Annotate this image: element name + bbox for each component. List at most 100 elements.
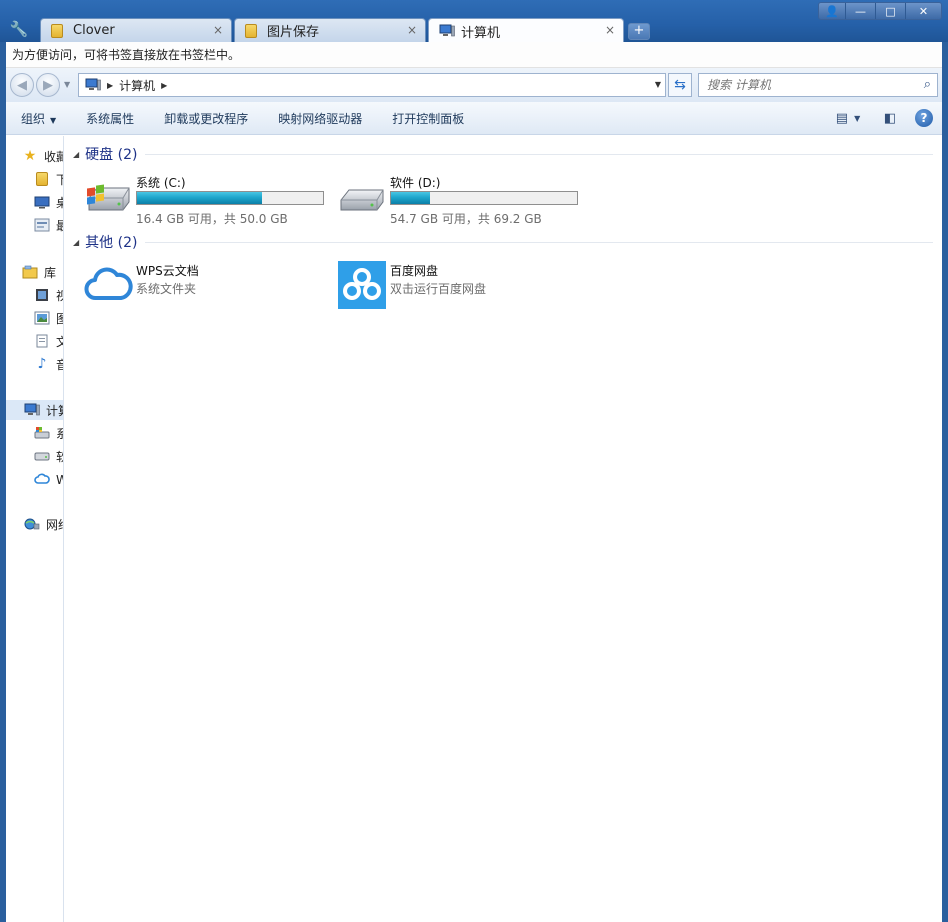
item-name: WPS云文档 <box>136 264 199 278</box>
user-icon[interactable]: 👤 <box>819 3 845 19</box>
desktop-icon <box>34 194 50 210</box>
baidu-netdisk-icon <box>337 260 387 310</box>
cloud-icon <box>34 471 50 487</box>
search-box[interactable]: ⌕ <box>698 73 938 97</box>
collapse-triangle-icon[interactable]: ◢ <box>73 150 79 159</box>
tab-close-icon[interactable]: × <box>605 23 615 37</box>
arrow-left-icon: ◀ <box>17 77 27 93</box>
content-pane: ◢ 硬盘 (2) 系统 (C:) 16.4 GB 可用，共 50.0 GB 软件… <box>65 136 942 922</box>
collapse-triangle-icon[interactable]: ◢ <box>73 238 79 247</box>
nav-downloads[interactable]: 下载 <box>34 169 63 189</box>
nav-label: WPS云文档 <box>56 471 63 488</box>
nav-drive-d[interactable]: 软件 (D:) <box>34 446 63 466</box>
wrench-icon[interactable]: 🔧 <box>6 16 32 42</box>
address-bar[interactable]: ▶ 计算机 ▶ ▼ <box>78 73 666 97</box>
video-icon <box>34 287 50 303</box>
new-tab-button[interactable]: + <box>628 23 650 40</box>
minimize-button[interactable]: — <box>845 3 875 19</box>
search-input[interactable] <box>707 78 907 92</box>
uninstall-program-button[interactable]: 卸载或更改程序 <box>149 110 263 127</box>
nav-label: 软件 (D:) <box>56 448 63 465</box>
nav-label: 库 <box>44 265 57 280</box>
tab-computer[interactable]: 计算机 × <box>428 18 624 43</box>
network-icon <box>24 516 40 532</box>
nav-recent-places[interactable]: 最近访问的位置 <box>34 215 63 235</box>
chevron-down-icon: ▼ <box>854 113 861 123</box>
nav-label: 网络 <box>46 517 63 532</box>
nav-label: 桌面 <box>56 194 63 211</box>
nav-label: 图片 <box>56 310 63 327</box>
tab-image-save[interactable]: 图片保存 × <box>234 18 426 42</box>
group-divider <box>145 153 933 155</box>
nav-libraries[interactable]: 库 <box>22 262 56 282</box>
tab-close-icon[interactable]: × <box>407 23 417 37</box>
recent-places-icon <box>34 217 50 233</box>
address-dropdown-icon[interactable]: ▼ <box>655 80 661 89</box>
organize-label: 组织 <box>21 111 46 126</box>
nav-desktop[interactable]: 桌面 <box>34 192 63 212</box>
pictures-icon <box>34 310 50 326</box>
group-title: 硬盘 (2) <box>85 147 138 163</box>
nav-wps-cloud[interactable]: WPS云文档 <box>34 469 63 489</box>
preview-pane-button[interactable]: ◧ <box>880 108 900 128</box>
title-bar: 🔧 Clover × 图片保存 × 计算机 × + 👤 — □ ✕ <box>0 0 948 43</box>
tab-clover[interactable]: Clover × <box>40 18 232 42</box>
system-drive-icon <box>83 172 133 222</box>
nav-favorites[interactable]: ★ 收藏夹 <box>22 146 63 166</box>
drive-usage-bar <box>136 191 324 205</box>
breadcrumb-computer[interactable]: 计算机 <box>119 77 155 94</box>
nav-label: 下载 <box>56 171 63 188</box>
bookmark-bar: 为方便访问，可将书签直接放在书签栏中。 <box>6 42 942 68</box>
nav-drive-c[interactable]: 系统 (C:) <box>34 423 63 443</box>
folder-icon <box>245 23 261 38</box>
chevron-down-icon: ▼ <box>50 115 57 125</box>
help-button[interactable]: ? <box>914 108 934 128</box>
drive-tile-c[interactable]: 系统 (C:) 16.4 GB 可用，共 50.0 GB <box>83 172 328 226</box>
navigation-pane: ★ 收藏夹 下载 桌面 最近访问的位置 库 视频 图片 文档 ♪ 音乐 计算机 <box>6 136 64 922</box>
breadcrumb-arrow-icon[interactable]: ▶ <box>107 81 113 90</box>
nav-documents[interactable]: 文档 <box>34 331 63 351</box>
drive-usage-fill <box>391 192 431 204</box>
drive-usage-bar <box>390 191 578 205</box>
drive-tile-d[interactable]: 软件 (D:) 54.7 GB 可用，共 69.2 GB <box>337 172 582 226</box>
change-view-button[interactable]: ▤ ▼ <box>830 108 866 128</box>
baidu-netdisk-tile[interactable]: 百度网盘 双击运行百度网盘 <box>337 260 582 314</box>
refresh-icon: ⇆ <box>674 77 686 93</box>
nav-network[interactable]: 网络 <box>24 514 63 534</box>
item-description: 系统文件夹 <box>136 282 197 296</box>
nav-computer[interactable]: 计算机 <box>6 400 63 420</box>
nav-label: 视频 <box>56 287 63 304</box>
search-icon[interactable]: ⌕ <box>924 77 931 92</box>
open-control-panel-button[interactable]: 打开控制面板 <box>377 110 479 127</box>
group-header-other[interactable]: ◢ 其他 (2) <box>73 232 933 252</box>
breadcrumb-arrow-icon[interactable]: ▶ <box>161 81 167 90</box>
system-properties-button[interactable]: 系统属性 <box>71 110 149 127</box>
drive-usage-fill <box>137 192 262 204</box>
nav-pictures[interactable]: 图片 <box>34 308 63 328</box>
cloud-icon <box>83 260 133 310</box>
nav-music[interactable]: ♪ 音乐 <box>34 354 63 374</box>
computer-icon <box>85 78 101 92</box>
library-icon <box>22 264 38 280</box>
nav-label: 收藏夹 <box>44 149 63 164</box>
nav-videos[interactable]: 视频 <box>34 285 63 305</box>
back-button[interactable]: ◀ <box>10 73 34 97</box>
history-dropdown-icon[interactable]: ▼ <box>64 80 70 89</box>
tab-close-icon[interactable]: × <box>213 23 223 37</box>
maximize-button[interactable]: □ <box>875 3 905 19</box>
address-row: ◀ ▶ ▼ ▶ 计算机 ▶ ▼ ⇆ ⌕ <box>6 68 942 102</box>
preview-pane-icon: ◧ <box>883 110 897 126</box>
document-icon <box>34 333 50 349</box>
close-button[interactable]: ✕ <box>905 3 941 19</box>
drive-name: 系统 (C:) <box>136 176 186 190</box>
organize-menu[interactable]: 组织 ▼ <box>6 110 71 127</box>
refresh-button[interactable]: ⇆ <box>668 73 692 97</box>
computer-icon <box>24 402 40 418</box>
forward-button[interactable]: ▶ <box>36 73 60 97</box>
wps-cloud-tile[interactable]: WPS云文档 系统文件夹 <box>83 260 328 314</box>
bookmark-bar-hint: 为方便访问，可将书签直接放在书签栏中。 <box>12 48 241 62</box>
tab-label: 计算机 <box>461 25 501 41</box>
map-network-drive-button[interactable]: 映射网络驱动器 <box>263 110 377 127</box>
group-header-hard-disks[interactable]: ◢ 硬盘 (2) <box>73 144 933 164</box>
explorer-window: ◀ ▶ ▼ ▶ 计算机 ▶ ▼ ⇆ ⌕ 组织 ▼ 系统属性 卸载或更改程序 映射网… <box>6 68 942 922</box>
